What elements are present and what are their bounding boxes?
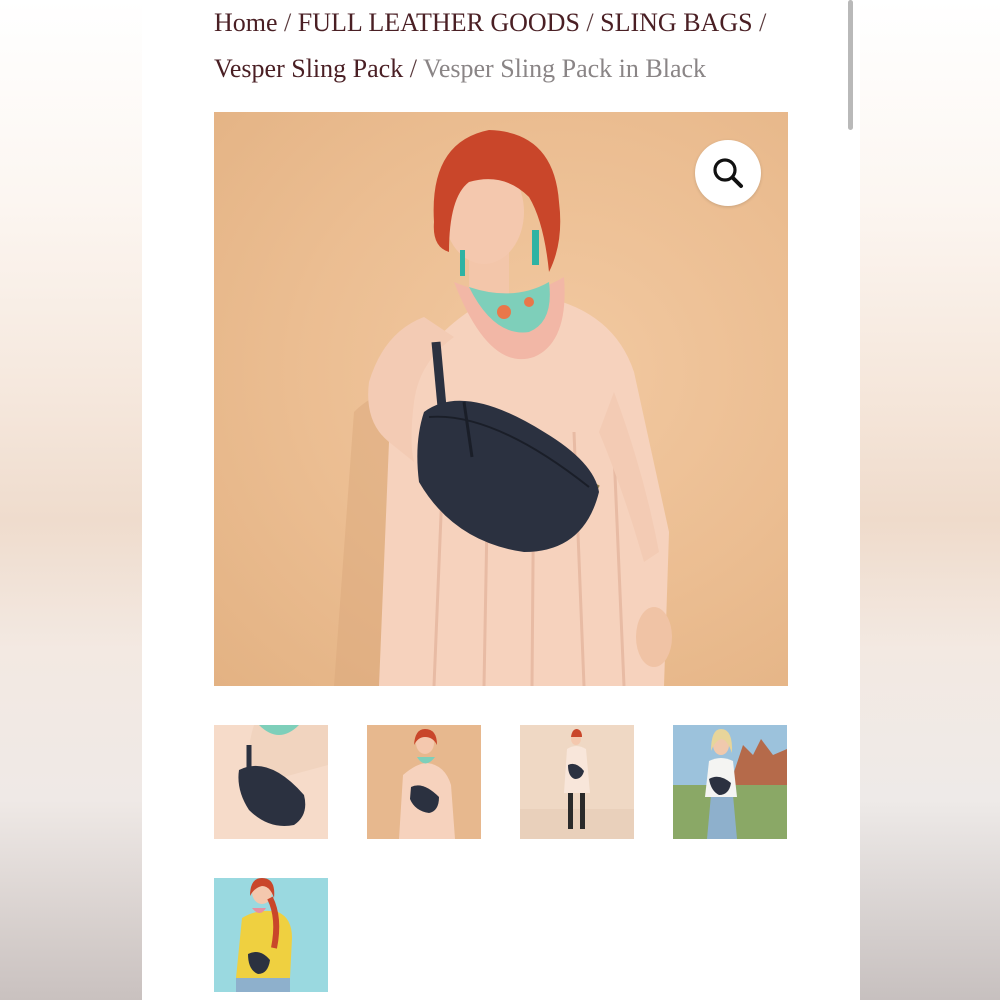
thumbnail-yellow-sweater-icon: [214, 878, 328, 992]
thumbnail-outdoor-icon: [673, 725, 787, 839]
breadcrumb-subcategory-link[interactable]: SLING BAGS: [600, 8, 752, 37]
thumbnail-portrait[interactable]: [367, 725, 481, 839]
product-page: Home / FULL LEATHER GOODS / SLING BAGS /…: [142, 0, 860, 1000]
blurred-left-backdrop: [0, 0, 142, 1000]
blurred-right-backdrop: [860, 0, 1000, 1000]
breadcrumb-current: Vesper Sling Pack in Black: [422, 54, 707, 83]
model-photo-illustration: [334, 130, 672, 686]
zoom-button[interactable]: [695, 140, 761, 206]
breadcrumb-category-link[interactable]: FULL LEATHER GOODS: [298, 8, 580, 37]
breadcrumb-product-link[interactable]: Vesper Sling Pack: [214, 54, 403, 83]
magnifier-icon: [713, 158, 743, 188]
thumbnail-outdoor[interactable]: [673, 725, 787, 839]
breadcrumb-separator: /: [284, 8, 292, 37]
breadcrumb-home-link[interactable]: Home: [214, 8, 278, 37]
breadcrumb-separator: /: [586, 8, 594, 37]
thumbnail-closeup[interactable]: [214, 725, 328, 839]
breadcrumb: Home / FULL LEATHER GOODS / SLING BAGS /…: [214, 0, 804, 92]
thumbnail-full-body-icon: [520, 725, 634, 839]
scrollbar-thumb[interactable]: [848, 0, 853, 130]
breadcrumb-separator: /: [759, 8, 767, 37]
breadcrumb-separator: /: [409, 54, 417, 83]
thumbnail-full-body[interactable]: [520, 725, 634, 839]
thumbnail-closeup-icon: [214, 725, 328, 839]
thumbnail-portrait-icon: [367, 725, 481, 839]
thumbnail-yellow-sweater[interactable]: [214, 878, 328, 992]
main-product-image[interactable]: [214, 112, 788, 686]
